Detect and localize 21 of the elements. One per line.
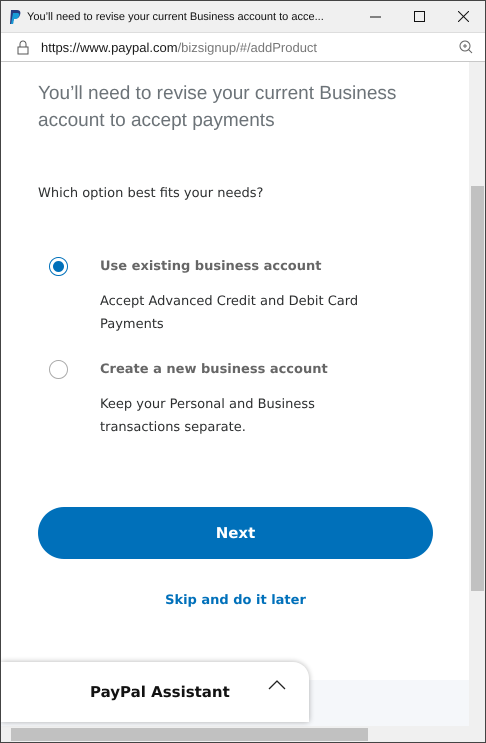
window-title: You’ll need to revise your current Business account to acce...: [27, 10, 325, 22]
option-description: Keep your Personal and Business transactions separate.: [100, 396, 316, 437]
close-icon[interactable]: [458, 11, 468, 22]
radio-button[interactable]: [49, 360, 68, 379]
chevron-up-icon[interactable]: [268, 680, 286, 690]
option-label[interactable]: Use existing business account: [100, 257, 433, 276]
paypal-logo-icon: [9, 10, 21, 24]
assistant-title: PayPal Assistant: [90, 683, 231, 701]
url-text[interactable]: https://www.paypal.com/bizsignup/#/addProduct: [41, 40, 459, 54]
maximize-icon[interactable]: [414, 11, 424, 22]
skip-link[interactable]: Skip and do it later: [165, 593, 306, 608]
lock-icon: [17, 40, 29, 54]
page-heading: You’ll need to revise your current Business account to accept payments: [38, 82, 398, 133]
horizontal-scrollbar[interactable]: [1, 726, 485, 742]
radio-button[interactable]: [49, 257, 68, 276]
zoom-icon[interactable]: [459, 40, 473, 54]
option-label[interactable]: Create a new business account: [100, 360, 433, 379]
vertical-scrollbar[interactable]: [469, 62, 485, 726]
question-text: Which option best fits your needs?: [38, 186, 264, 201]
option-description: Accept Advanced Credit and Debit Card Payments: [100, 293, 360, 334]
next-button[interactable]: Next: [38, 507, 433, 559]
